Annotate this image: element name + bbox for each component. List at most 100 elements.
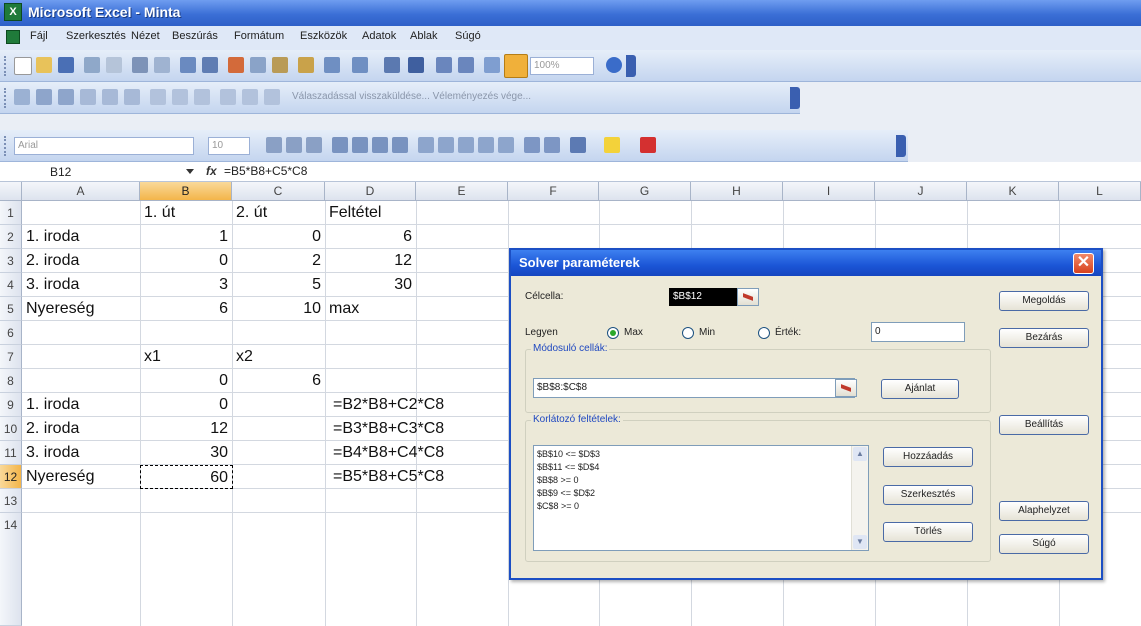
column-header-k[interactable]: K [967,182,1059,201]
column-header-c[interactable]: C [232,182,325,201]
new-icon[interactable] [14,57,32,75]
comma-icon[interactable] [458,137,474,153]
cell-b5[interactable]: 6 [140,297,232,321]
column-header-l[interactable]: L [1059,182,1141,201]
toolbar-options-icon[interactable] [626,55,636,77]
cell-d4[interactable]: 30 [325,273,416,297]
cell-a9[interactable]: 1. iroda [26,393,138,417]
cell-b11[interactable]: 30 [140,441,232,465]
solver-title-bar[interactable]: Solver paraméterek ✕ [511,250,1101,276]
italic-icon[interactable] [286,137,302,153]
cell-d9[interactable]: =B2*B8+C2*C8 [333,393,444,417]
print-preview-icon[interactable] [154,57,170,73]
toolbar-grip[interactable] [4,88,9,108]
value-radio[interactable] [758,327,770,339]
menu-window[interactable]: Ablak [410,30,438,42]
paste-icon[interactable] [272,57,288,73]
reset-all-button[interactable]: Alaphelyzet [999,501,1089,521]
spelling-icon[interactable] [180,57,196,73]
review-text[interactable]: Válaszadással visszaküldése... Véleménye… [292,91,531,102]
formula-input[interactable]: =B5*B8+C5*C8 [224,164,307,178]
cell-c8[interactable]: 6 [232,369,325,393]
column-header-h[interactable]: H [691,182,783,201]
cell-b7[interactable]: x1 [144,345,161,369]
value-input[interactable]: 0 [871,322,965,342]
row-header[interactable]: 1 [0,201,22,225]
constraint-item[interactable]: $C$8 >= 0 [537,501,579,511]
research-icon[interactable] [202,57,218,73]
close-icon[interactable]: ✕ [1073,253,1094,274]
cell-b1[interactable]: 1. út [144,201,175,225]
font-size-combo[interactable]: 10 [208,137,250,155]
row-header[interactable]: 9 [0,393,22,417]
menu-file[interactable]: Fájl [30,30,48,42]
row-header[interactable]: 3 [0,249,22,273]
review-icon-12[interactable] [264,89,280,105]
cell-d1[interactable]: Feltétel [329,201,381,225]
copy-icon[interactable] [250,57,266,73]
cut-icon[interactable] [228,57,244,73]
cell-d10[interactable]: =B3*B8+C3*C8 [333,417,444,441]
drawing-icon[interactable] [504,54,528,78]
cell-d11[interactable]: =B4*B8+C4*C8 [333,441,444,465]
cell-c4[interactable]: 5 [232,273,325,297]
menu-tools[interactable]: Eszközök [300,30,347,42]
constraints-scrollbar[interactable]: ▲ ▼ [851,446,868,550]
fill-color-icon[interactable] [604,137,620,153]
toolbar-options-icon[interactable] [790,87,800,109]
cell-a4[interactable]: 3. iroda [26,273,138,297]
review-icon-3[interactable] [58,89,74,105]
toolbar-grip[interactable] [4,136,9,156]
review-icon-8[interactable] [172,89,188,105]
row-header[interactable]: 13 [0,489,22,513]
cell-b10[interactable]: 12 [140,417,232,441]
cell-d2[interactable]: 6 [325,225,416,249]
row-header[interactable]: 12 [0,465,22,489]
redo-icon[interactable] [352,57,368,73]
collapse-dialog-icon[interactable] [737,288,759,306]
review-icon-2[interactable] [36,89,52,105]
target-cell-input[interactable]: $B$12 [669,288,737,306]
name-box-dropdown-icon[interactable] [186,169,194,174]
fx-icon[interactable]: fx [206,164,217,178]
row-header[interactable]: 10 [0,417,22,441]
column-header-b[interactable]: B [140,182,232,201]
increase-decimal-icon[interactable] [478,137,494,153]
cell-b8[interactable]: 0 [140,369,232,393]
review-icon-9[interactable] [194,89,210,105]
constraints-list[interactable]: $B$10 <= $D$3 $B$11 <= $D$4 $B$8 >= 0 $B… [533,445,869,551]
cell-a2[interactable]: 1. iroda [26,225,138,249]
options-button[interactable]: Beállítás [999,415,1089,435]
column-header-e[interactable]: E [416,182,508,201]
review-icon-5[interactable] [102,89,118,105]
row-header[interactable]: 11 [0,441,22,465]
bold-icon[interactable] [266,137,282,153]
constraint-item[interactable]: $B$11 <= $D$4 [537,462,599,472]
row-header[interactable]: 4 [0,273,22,297]
row-header[interactable]: 5 [0,297,22,321]
cell-d12[interactable]: =B5*B8+C5*C8 [333,465,444,489]
font-combo[interactable]: Arial [14,137,194,155]
cell-d5[interactable]: max [329,297,359,321]
menu-insert[interactable]: Beszúrás [172,30,218,42]
menu-help[interactable]: Súgó [455,30,481,42]
menu-format[interactable]: Formátum [234,30,284,42]
name-box[interactable]: B12 [0,163,205,181]
cell-c1[interactable]: 2. út [236,201,267,225]
email-icon[interactable] [106,57,122,73]
solve-button[interactable]: Megoldás [999,291,1089,311]
constraint-item[interactable]: $B$10 <= $D$3 [537,449,600,459]
row-header[interactable]: 14 [0,513,22,626]
change-constraint-button[interactable]: Szerkesztés [883,485,973,505]
cell-a10[interactable]: 2. iroda [26,417,138,441]
percent-icon[interactable] [438,137,454,153]
sort-desc-icon[interactable] [458,57,474,73]
row-header[interactable]: 7 [0,345,22,369]
hyperlink-icon[interactable] [384,57,400,73]
format-painter-icon[interactable] [298,57,314,73]
zoom-combo[interactable]: 100% [530,57,594,75]
excel-app-icon[interactable]: X [4,3,22,21]
print-icon[interactable] [132,57,148,73]
cell-b3[interactable]: 0 [140,249,232,273]
permission-icon[interactable] [84,57,100,73]
